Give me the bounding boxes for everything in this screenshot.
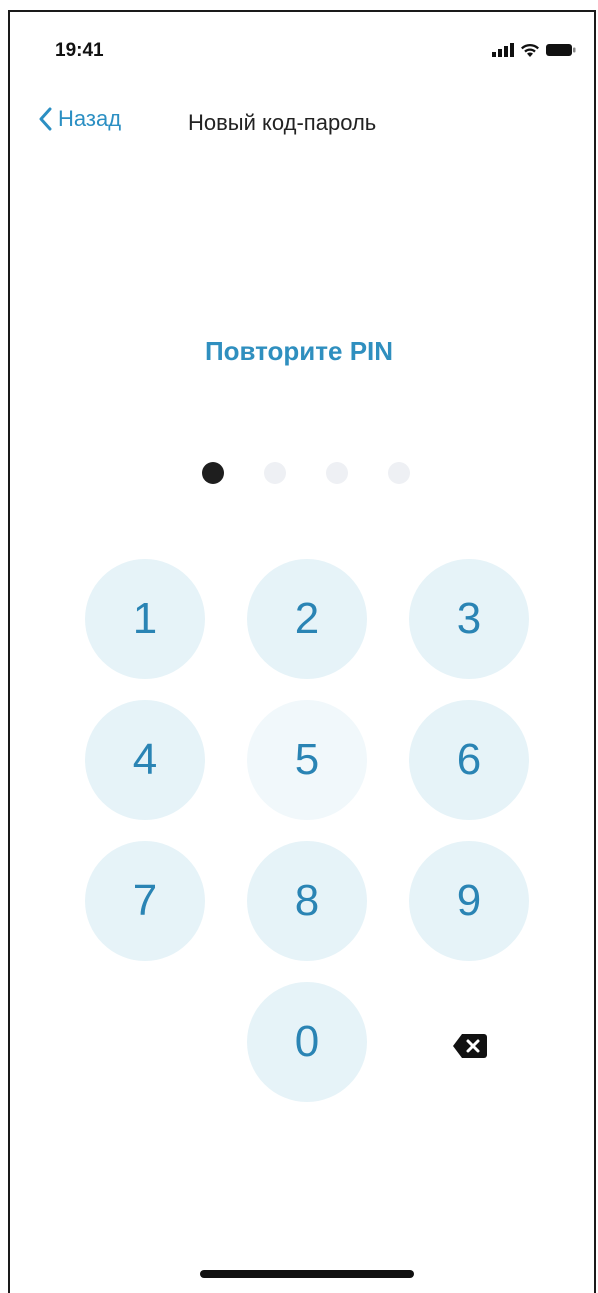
pin-dot-3 bbox=[326, 462, 348, 484]
key-0[interactable]: 0 bbox=[247, 982, 367, 1102]
key-9[interactable]: 9 bbox=[409, 841, 529, 961]
key-6[interactable]: 6 bbox=[409, 700, 529, 820]
key-8[interactable]: 8 bbox=[247, 841, 367, 961]
battery-icon bbox=[546, 44, 576, 56]
page-title: Новый код-пароль bbox=[188, 110, 377, 135]
key-3[interactable]: 3 bbox=[409, 559, 529, 679]
home-indicator bbox=[200, 1270, 414, 1278]
wifi-icon bbox=[521, 43, 539, 57]
key-1[interactable]: 1 bbox=[85, 559, 205, 679]
key-5[interactable]: 5 bbox=[247, 700, 367, 820]
status-icons bbox=[492, 42, 576, 58]
chevron-left-icon bbox=[39, 107, 52, 131]
key-2[interactable]: 2 bbox=[247, 559, 367, 679]
back-label: Назад bbox=[58, 106, 122, 131]
cellular-signal-icon bbox=[492, 43, 514, 57]
key-4[interactable]: 4 bbox=[85, 700, 205, 820]
back-button[interactable]: Назад bbox=[38, 106, 121, 132]
pin-dots bbox=[0, 462, 598, 486]
pin-dot-1 bbox=[202, 462, 224, 484]
pin-prompt: Повторите PIN bbox=[204, 336, 394, 366]
key-7[interactable]: 7 bbox=[85, 841, 205, 961]
pin-dot-4 bbox=[388, 462, 410, 484]
backspace-icon[interactable] bbox=[452, 1032, 488, 1060]
status-time: 19:41 bbox=[55, 40, 104, 61]
pin-dot-2 bbox=[264, 462, 286, 484]
